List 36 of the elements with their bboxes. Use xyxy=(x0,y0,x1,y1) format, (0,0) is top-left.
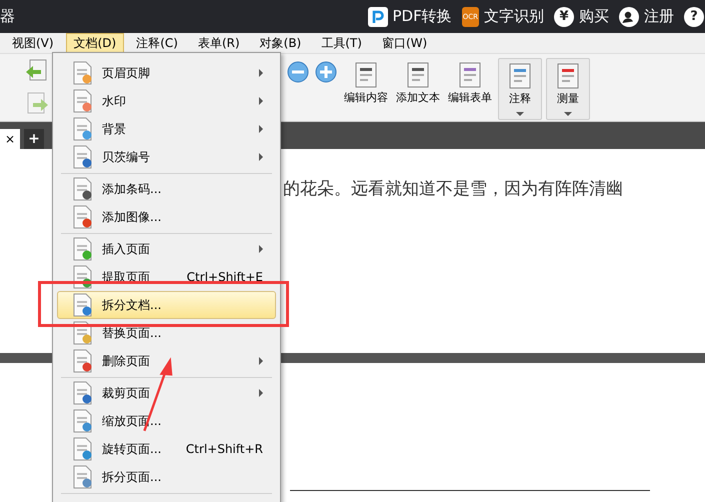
titlebar-action[interactable]: ? xyxy=(684,6,704,26)
document-tab[interactable]: × xyxy=(0,129,20,149)
menu-item[interactable]: 旋转页面... Ctrl+Shift+R xyxy=(57,435,276,463)
menu-bar-item[interactable]: 工具(T) xyxy=(313,32,370,54)
menu-bar-item[interactable]: 文档(D) xyxy=(66,32,124,54)
user-icon xyxy=(619,6,639,26)
menu-bar-item[interactable]: 对象(B) xyxy=(252,32,310,54)
menu-item[interactable]: 替换页面... xyxy=(57,319,276,347)
titlebar-action[interactable]: ¥ 购买 xyxy=(554,6,609,26)
menu-bar-item[interactable]: 表单(R) xyxy=(190,32,248,54)
menu-item[interactable]: 贝茨编号 xyxy=(57,143,276,171)
toolbar-button[interactable]: 编辑内容 xyxy=(342,58,390,118)
menu-item[interactable]: 添加图像... xyxy=(57,203,276,231)
new-tab-button[interactable]: + xyxy=(24,129,44,149)
document-text: 的花朵。远看就知道不是雪，因为有阵阵清幽 xyxy=(283,178,623,200)
menu-item[interactable]: 拆分文档... xyxy=(57,291,276,319)
menu-item[interactable]: 水印 xyxy=(57,87,276,115)
menu-item[interactable]: 添加条码... xyxy=(57,175,276,203)
zoom-in-icon[interactable] xyxy=(314,60,338,84)
menu-item[interactable]: 页眉页脚 xyxy=(57,59,276,87)
p-logo-icon xyxy=(368,6,388,26)
menu-item[interactable]: 裁剪页面 xyxy=(57,379,276,407)
titlebar-action[interactable]: 注册 xyxy=(619,6,674,26)
menu-item[interactable]: 插入页面 xyxy=(57,235,276,263)
menu-bar-item[interactable]: 视图(V) xyxy=(4,32,62,54)
titlebar-action[interactable]: PDF转换 xyxy=(368,6,452,26)
menu-item[interactable]: 背景 xyxy=(57,115,276,143)
zoom-out-icon[interactable] xyxy=(286,60,310,84)
toolbar-button[interactable]: 测量 xyxy=(546,58,590,120)
toolbar-button[interactable]: 添加文本 xyxy=(394,58,442,118)
toolbar-button[interactable]: 注释 xyxy=(498,58,542,120)
menu-bar-item[interactable]: 注释(C) xyxy=(128,32,186,54)
toolbar-button[interactable]: 编辑表单 xyxy=(446,58,494,118)
menu-bar-item[interactable]: 窗口(W) xyxy=(374,32,436,54)
window-title: 器 xyxy=(0,7,15,26)
menu-item[interactable]: 拆分页面... xyxy=(57,463,276,491)
